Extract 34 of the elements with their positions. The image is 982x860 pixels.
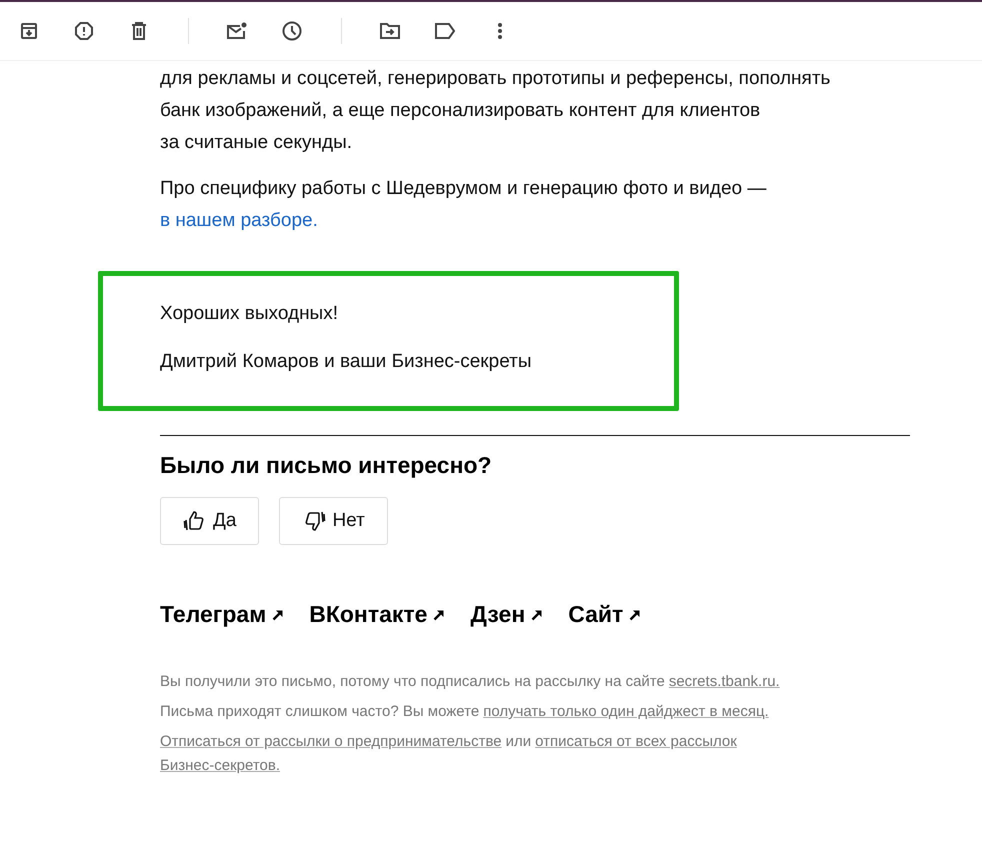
social-link[interactable]: Сайт	[568, 601, 642, 628]
report-icon	[74, 21, 94, 41]
tag-icon	[435, 23, 455, 39]
more-icon	[498, 23, 502, 39]
footer-link[interactable]: получать только один дайджест в месяц.	[483, 700, 769, 724]
footer-text: Письма приходят слишком часто? Вы можете	[160, 702, 480, 722]
social-link[interactable]: ВКонтакте	[309, 601, 446, 628]
footer-link[interactable]: Бизнес-секретов.	[160, 754, 280, 778]
external-link-icon	[272, 608, 284, 620]
report-button[interactable]	[72, 19, 96, 43]
footer-link[interactable]: Отписаться от рассылки о предпринимательстве	[160, 730, 502, 754]
signature-text: Дмитрий Комаров и ваши Бизнес-секреты	[160, 350, 532, 374]
article-link[interactable]: в нашем разборе.	[160, 210, 318, 231]
social-link[interactable]: Телеграм	[160, 601, 284, 628]
external-link-icon	[433, 608, 446, 620]
social-link[interactable]: Дзен	[470, 601, 544, 628]
external-link-icon	[629, 608, 642, 620]
trash-icon	[131, 22, 147, 40]
footer-link[interactable]: secrets.tbank.ru.	[668, 670, 780, 694]
snooze-button[interactable]	[280, 19, 304, 43]
footer-text: Вы получили это письмо, потому что подписались на рассылку на сайте	[160, 672, 665, 692]
folder-icon	[380, 23, 400, 39]
feedback-heading: Было ли письмо интересно?	[160, 452, 493, 479]
archive-icon	[20, 22, 38, 40]
no-button[interactable]: Нет	[279, 497, 388, 545]
footer-text: или	[506, 732, 532, 752]
clock-icon	[282, 21, 302, 41]
envelope-icon	[226, 22, 248, 40]
footer-link[interactable]: отписаться от всех рассылок	[535, 730, 737, 754]
yes-button[interactable]: Да	[160, 497, 260, 545]
signature-text: Хороших выходных!	[160, 302, 339, 326]
external-link-icon	[531, 608, 544, 620]
body-paragraph: Про специфику работы с Шедеврумом и генерацию фото и видео — в нашем разборе.	[160, 177, 768, 233]
body-paragraph: для рекламы и соцсетей, генерировать прототипы и референсы, пополнять банк изображений, а еще персонализировать контент для клиентов за считаные секунды.	[160, 67, 832, 155]
